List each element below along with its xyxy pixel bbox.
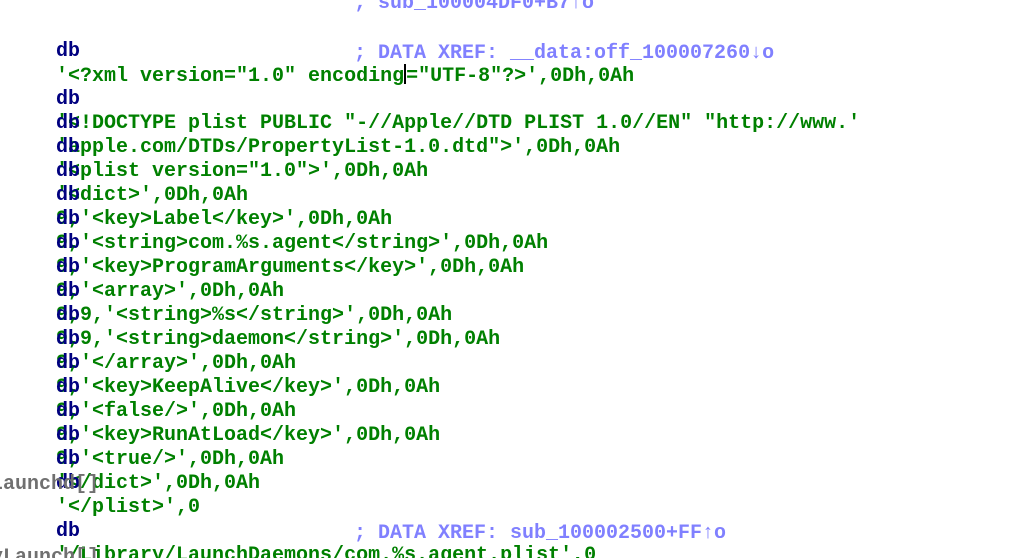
symbol-label[interactable]: yLaunch[] [0, 546, 99, 558]
listing-line[interactable]: db '<!DOCTYPE plist PUBLIC "-//Apple//DT… [8, 64, 860, 135]
listing-line[interactable]: db 9,'<false/>',0Dh,0Ah [8, 352, 296, 423]
listing-line[interactable]: db 9,'<true/>',0Dh,0Ah [8, 400, 284, 471]
listing-line[interactable]: db 9,'</array>',0Dh,0Ah [8, 304, 296, 375]
listing-line[interactable]: db '<dict>',0Dh,0Ah [8, 136, 248, 207]
xref-comment[interactable]: ; DATA XREF: __data:off_100007260↓o [354, 42, 774, 66]
listing-line[interactable]: db 9,9,'<string>daemon</string>',0Dh,0Ah [8, 280, 500, 351]
disassembly-view: ; sub_100004DF0+B7↑o db '<?xml version="… [0, 0, 1022, 558]
listing-line[interactable]: db 9,'<array>',0Dh,0Ah [8, 232, 284, 303]
listing-line[interactable]: db 9,'<key>Label</key>',0Dh,0Ah [8, 160, 392, 231]
listing-line[interactable]: db 9,'<key>RunAtLoad</key>',0Dh,0Ah [8, 376, 440, 447]
symbol-label[interactable]: Launchd[] [0, 473, 99, 497]
listing-line[interactable]: db '</plist>',0 [8, 448, 200, 519]
listing-line[interactable]: db '</dict>',0Dh,0Ah [8, 424, 260, 495]
listing-line[interactable]: db '/Library/LaunchDaemons/com.%s.agent.… [8, 496, 596, 558]
listing-line[interactable]: db 9,'<string>com.%s.agent</string>',0Dh… [8, 184, 548, 255]
xref-comment[interactable]: ; DATA XREF: sub_100002500+FF↑o [354, 522, 726, 546]
listing-line[interactable]: db 9,'<key>ProgramArguments</key>',0Dh,0… [8, 208, 524, 279]
listing-line[interactable]: db 9,'<key>KeepAlive</key>',0Dh,0Ah [8, 328, 440, 399]
listing-line[interactable]: db 9,9,'<string>%s</string>',0Dh,0Ah [8, 256, 452, 327]
listing-line[interactable]: db '<?xml version="1.0" encoding ="UTF-8"… [8, 16, 634, 88]
listing-line[interactable]: db '<plist version="1.0">',0Dh,0Ah [8, 112, 428, 183]
string-literal: '/Library/LaunchDaemons/com.%s.agent.pli… [56, 544, 597, 558]
listing-line[interactable]: db 'apple.com/DTDs/PropertyList-1.0.dtd"… [8, 88, 620, 159]
db-directive: db [56, 520, 81, 543]
xref-comment[interactable]: ; sub_100004DF0+B7↑o [354, 0, 594, 16]
db-directive: db [56, 40, 81, 63]
